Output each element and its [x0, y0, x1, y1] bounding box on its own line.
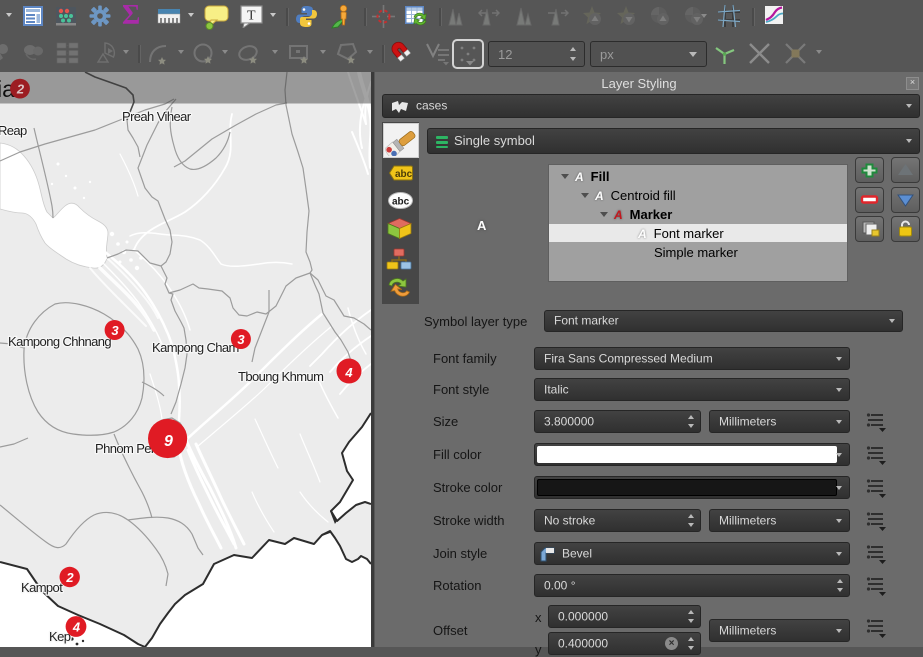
svg-text:2: 2: [16, 82, 25, 97]
svg-text:2: 2: [65, 570, 74, 585]
svg-text:Kampong Chhnang: Kampong Chhnang: [8, 334, 111, 349]
svg-text:9: 9: [164, 433, 173, 450]
svg-text:3: 3: [237, 332, 245, 347]
svg-text:4: 4: [344, 365, 353, 380]
svg-text:Preah Vihear: Preah Vihear: [122, 109, 192, 124]
svg-text:4: 4: [72, 620, 81, 635]
svg-text:Kampong Cham: Kampong Cham: [152, 340, 239, 355]
svg-text:Kampot: Kampot: [21, 580, 63, 595]
svg-text:Reap: Reap: [0, 123, 27, 138]
svg-text:abc: abc: [395, 169, 413, 180]
svg-text:Tboung Khmum: Tboung Khmum: [238, 369, 323, 384]
svg-text:abc: abc: [392, 197, 410, 208]
svg-text:T: T: [247, 9, 256, 24]
svg-text:3: 3: [111, 323, 119, 338]
